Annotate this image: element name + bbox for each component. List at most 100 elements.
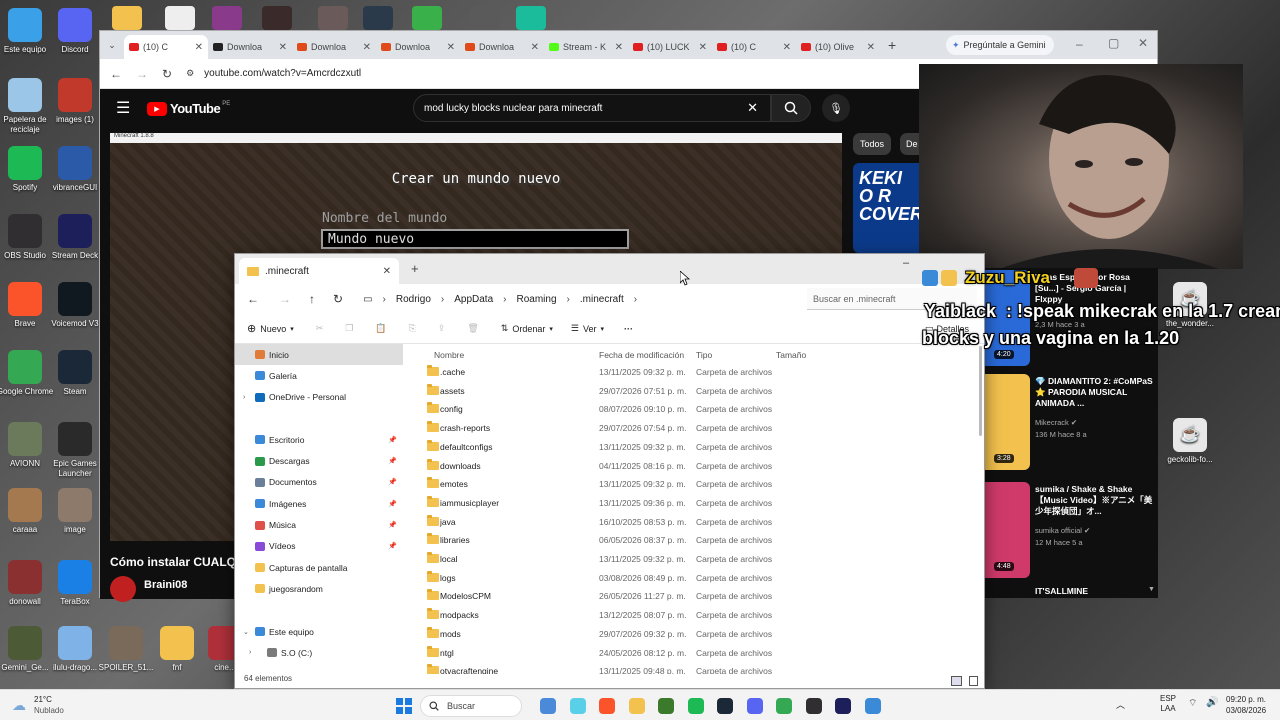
desktop-icon[interactable] xyxy=(212,6,242,30)
sidebar-item[interactable]: Escritorio 📌 xyxy=(235,429,403,450)
desktop-icon[interactable]: Voicemod V3 xyxy=(43,282,107,329)
file-row[interactable]: config 08/07/2026 09:10 p. m. Carpeta de a… xyxy=(411,400,971,419)
share-icon[interactable]: ⇪ xyxy=(438,323,446,334)
tab-close-icon[interactable]: ✕ xyxy=(195,42,203,53)
sidebar-item[interactable]: Vídeos 📌 xyxy=(235,536,403,557)
desktop-icon[interactable]: images (1) xyxy=(43,78,107,125)
column-type[interactable]: Tipo xyxy=(696,350,712,360)
discord-icon[interactable] xyxy=(746,698,763,714)
view-button[interactable]: ☰ Ver ▾ xyxy=(571,323,604,334)
up-arrow-icon[interactable]: ↑ xyxy=(309,292,315,306)
search-button[interactable] xyxy=(771,94,811,122)
sidebar-item[interactable]: Imágenes 📌 xyxy=(235,493,403,514)
desktop-icon[interactable] xyxy=(412,6,442,30)
browser-tab[interactable]: Downloa ✕ xyxy=(292,35,376,59)
taskbar-search[interactable]: Buscar xyxy=(420,695,522,717)
more-options-icon[interactable]: ··· xyxy=(624,324,633,334)
chip-all[interactable]: Todos xyxy=(853,133,892,155)
close-tab-icon[interactable]: ✕ xyxy=(383,266,391,277)
desktop-icon[interactable] xyxy=(112,6,142,30)
clock-date[interactable]: 03/08/2026 xyxy=(1226,706,1266,715)
clock-time[interactable]: 09:20 p. m. xyxy=(1226,695,1266,704)
tab-close-icon[interactable]: ✕ xyxy=(363,42,371,53)
expand-chevron-icon[interactable]: › xyxy=(249,649,251,656)
tab-close-icon[interactable]: ✕ xyxy=(615,42,623,53)
desktop-icon[interactable]: TeraBox xyxy=(43,560,107,607)
browser-tab[interactable]: Downloa ✕ xyxy=(376,35,460,59)
minecraft-icon[interactable] xyxy=(658,698,674,714)
sidebar-item[interactable]: › S.O (C:) xyxy=(235,642,403,663)
explorer-tab[interactable]: .minecraft ✕ xyxy=(239,258,399,284)
related-video[interactable]: IT'SALLMINE xyxy=(984,584,1158,684)
streamdeck-icon[interactable] xyxy=(835,698,851,714)
new-tab-button[interactable]: + xyxy=(888,37,896,53)
explorer-icon[interactable] xyxy=(628,698,645,714)
expand-chevron-icon[interactable]: › xyxy=(243,394,245,401)
site-info-icon[interactable]: ⚙ xyxy=(186,68,194,79)
back-icon[interactable]: ← xyxy=(110,67,122,81)
close-button[interactable]: ✕ xyxy=(1138,36,1148,50)
chrome-icon[interactable] xyxy=(776,698,792,714)
file-row[interactable]: ModelosCPM 26/05/2026 11:27 p. m. Carpeta … xyxy=(411,587,971,606)
breadcrumb-minecraft[interactable]: .minecraft xyxy=(580,294,624,305)
sort-button[interactable]: ⇅ Ordenar ▾ xyxy=(501,323,553,334)
file-row[interactable]: java 16/10/2025 08:53 p. m. Carpeta de arc… xyxy=(411,513,971,532)
desktop-icon[interactable] xyxy=(470,6,500,30)
desktop-icon[interactable]: Discord xyxy=(43,8,107,55)
forward-arrow-icon[interactable]: → xyxy=(279,292,291,306)
language-indicator[interactable]: ESP LAA xyxy=(1160,694,1176,714)
file-row[interactable]: ntgl 24/05/2026 08:12 p. m. Carpeta de arc… xyxy=(411,644,971,663)
related-video[interactable]: 3:28 💎 DIAMANTITO 2: #CoMPaS ⭐ PARODIA MU… xyxy=(984,372,1158,472)
url-text[interactable]: youtube.com/watch?v=Amcrdczxutl xyxy=(204,68,361,79)
voice-search-button[interactable]: 🎙 xyxy=(822,94,850,122)
menu-icon[interactable]: ☰ xyxy=(116,98,130,118)
file-row[interactable]: crash-reports 29/07/2026 07:54 p. m. Carpe… xyxy=(411,419,971,438)
scroll-down-icon[interactable]: ▼ xyxy=(1148,586,1155,593)
new-explorer-tab-button[interactable]: + xyxy=(411,261,419,276)
tab-close-icon[interactable]: ✕ xyxy=(699,42,707,53)
sidebar-item[interactable]: Documentos 📌 xyxy=(235,472,403,493)
desktop-icon[interactable] xyxy=(516,6,546,30)
file-row[interactable]: local 13/11/2025 09:32 p. m. Carpeta de ar… xyxy=(411,550,971,569)
forward-icon[interactable]: → xyxy=(136,67,148,81)
rename-icon[interactable]: ⎘ xyxy=(409,323,416,334)
browser-tab[interactable]: (10) Olive ✕ xyxy=(796,35,880,59)
cut-icon[interactable]: ✂ xyxy=(316,323,324,334)
file-row[interactable]: logs 03/08/2026 08:49 p. m. Carpeta de arc… xyxy=(411,569,971,588)
details-view-icon[interactable] xyxy=(951,676,962,686)
desktop-icon[interactable]: image xyxy=(43,488,107,535)
channel-name[interactable]: Braini08 xyxy=(144,579,187,591)
tab-search-icon[interactable]: ⌄ xyxy=(100,40,124,51)
back-arrow-icon[interactable]: ← xyxy=(247,292,259,306)
tray-chevron-icon[interactable]: ︿ xyxy=(1116,698,1125,711)
refresh-icon[interactable]: ↻ xyxy=(333,292,343,306)
file-row[interactable]: defaultconfigs 13/11/2025 09:32 p. m. Carp… xyxy=(411,438,971,457)
vertical-scrollbar[interactable] xyxy=(979,346,982,436)
start-button[interactable] xyxy=(396,698,412,714)
desktop-icon[interactable] xyxy=(318,6,348,30)
sidebar-item[interactable]: Capturas de pantalla xyxy=(235,557,403,578)
browser-tab[interactable]: Downloa ✕ xyxy=(208,35,292,59)
tab-close-icon[interactable]: ✕ xyxy=(783,42,791,53)
tab-close-icon[interactable]: ✕ xyxy=(279,42,287,53)
column-name[interactable]: Nombre xyxy=(434,350,464,360)
desktop-icon[interactable] xyxy=(363,6,393,30)
vscode-icon[interactable] xyxy=(864,698,881,714)
chip-partial[interactable]: De xyxy=(900,133,920,155)
file-row[interactable]: .cache 13/11/2025 09:32 p. m. Carpeta de a… xyxy=(411,363,971,382)
desktop-icon[interactable]: Stream Deck xyxy=(43,214,107,261)
steam-icon[interactable] xyxy=(717,698,733,714)
column-date[interactable]: Fecha de modificación xyxy=(599,350,684,360)
sidebar-item[interactable]: ⌄ Este equipo xyxy=(235,621,403,642)
copy-icon[interactable]: ❐ xyxy=(345,323,353,334)
related-video[interactable]: 4:48 sumika / Shake & Shake【Music Video】※… xyxy=(984,480,1158,580)
new-button[interactable]: ⊕ Nuevo ▾ xyxy=(247,322,294,335)
video-channel[interactable]: sumika official ✔ xyxy=(1035,526,1090,535)
breadcrumb-appdata[interactable]: AppData xyxy=(454,294,493,305)
obs-icon[interactable] xyxy=(805,698,822,714)
search-app[interactable] xyxy=(540,698,556,714)
gemini-button[interactable]: ✦ Pregúntale a Gemini xyxy=(946,35,1054,55)
search-input[interactable]: mod lucky blocks nuclear para minecraft xyxy=(424,103,602,114)
browser-tab[interactable]: Downloa ✕ xyxy=(460,35,544,59)
expand-chevron-icon[interactable]: ⌄ xyxy=(243,628,249,636)
